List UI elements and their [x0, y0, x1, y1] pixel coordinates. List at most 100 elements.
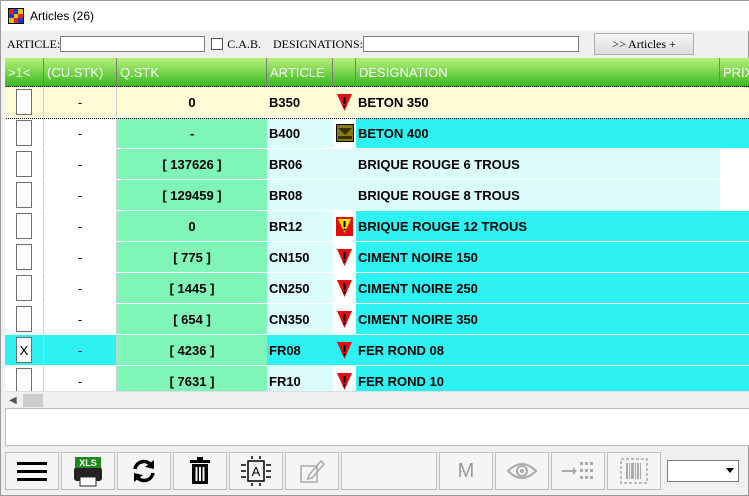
eye-icon [506, 463, 538, 479]
table-row[interactable]: -[ 7631 ] FR10 FER ROND 10 [5, 366, 749, 391]
table-row[interactable]: - - B400 BETON 400 [5, 118, 749, 149]
status-cell [333, 366, 356, 391]
row-checkbox[interactable] [16, 306, 32, 332]
table-row[interactable]: X -[ 4236 ] FR08 FER ROND 08 [5, 335, 749, 366]
select-cell[interactable] [5, 211, 44, 241]
scroll-left-icon[interactable]: ◀ [9, 395, 17, 406]
cu-stk-cell: - [44, 335, 117, 365]
status-cell [333, 118, 356, 148]
cu-stk-cell: - [44, 242, 117, 272]
row-checkbox[interactable] [16, 213, 32, 239]
row-checkbox[interactable] [16, 368, 32, 391]
prix-cell [720, 242, 749, 272]
row-checkbox[interactable] [16, 182, 32, 208]
col-header-q-stk[interactable]: Q.STK [117, 58, 267, 87]
article-cell: CN150 [267, 242, 333, 272]
status-cell [333, 304, 356, 334]
transfer-icon [562, 462, 593, 479]
barcode-button[interactable] [607, 452, 661, 490]
table-row[interactable]: -0 B350 BETON 350 [5, 86, 749, 119]
col-header-select[interactable]: >1< [5, 58, 44, 87]
transfer-button[interactable] [551, 452, 605, 490]
row-checkbox[interactable]: X [16, 337, 32, 363]
col-header-cu-stk[interactable]: (CU.STK) [44, 58, 117, 87]
warning-red-icon [336, 341, 353, 360]
status-cell [333, 242, 356, 272]
cu-stk-cell: - [44, 211, 117, 241]
q-stk-cell: 0 [117, 87, 267, 117]
select-cell[interactable] [5, 180, 44, 210]
m-button[interactable]: M [439, 452, 493, 490]
grid-body: -0 B350 BETON 350- - B400 BETON 400-[ 137626 … [5, 86, 749, 391]
status-cell [333, 87, 356, 117]
prix-cell [720, 273, 749, 303]
menu-icon [17, 462, 47, 481]
row-checkbox[interactable] [16, 244, 32, 270]
select-cell[interactable] [5, 242, 44, 272]
designation-cell: BETON 350 [356, 87, 720, 117]
designation-cell: BRIQUE ROUGE 6 TROUS [356, 149, 720, 179]
cab-checkbox[interactable] [211, 38, 224, 50]
warning-red-icon [336, 93, 353, 112]
edit-icon [300, 459, 325, 483]
view-button[interactable] [495, 452, 549, 490]
table-row[interactable]: -0 BR12 BRIQUE ROUGE 12 TROUS [5, 211, 749, 242]
row-checkbox[interactable] [16, 120, 32, 146]
label-button[interactable]: A [229, 452, 283, 490]
menu-button[interactable] [5, 452, 59, 490]
cu-stk-cell: - [44, 149, 117, 179]
status-cell [333, 273, 356, 303]
delete-button[interactable] [173, 452, 227, 490]
table-row[interactable]: -[ 654 ] CN350 CIMENT NOIRE 350 [5, 304, 749, 335]
articles-plus-button[interactable]: >> Articles + [594, 33, 694, 55]
excel-print-button[interactable]: XLS [61, 452, 115, 490]
app-icon [8, 8, 24, 24]
q-stk-cell: [ 137626 ] [117, 149, 267, 179]
table-row[interactable]: -[ 129459 ] BR08 BRIQUE ROUGE 8 TROUS [5, 180, 749, 211]
row-checkbox[interactable] [16, 275, 32, 301]
article-input[interactable] [60, 36, 206, 52]
select-cell[interactable] [5, 273, 44, 303]
designation-cell: FER ROND 10 [356, 366, 720, 391]
row-checkbox[interactable] [16, 151, 32, 177]
select-cell[interactable]: X [5, 335, 44, 365]
barcode-icon [620, 458, 648, 484]
designation-cell: BRIQUE ROUGE 8 TROUS [356, 180, 720, 210]
designations-label: DESIGNATIONS: [272, 36, 363, 51]
col-header-article[interactable]: ARTICLE [267, 58, 333, 87]
table-row[interactable]: -[ 137626 ] BR06 BRIQUE ROUGE 6 TROUS [5, 149, 749, 180]
designations-input[interactable] [362, 36, 579, 52]
select-cell[interactable] [5, 149, 44, 179]
bottom-toolbar: XLS A M [5, 450, 749, 492]
article-cell: B350 [267, 87, 333, 117]
select-cell[interactable] [5, 87, 44, 117]
select-cell[interactable] [5, 118, 44, 148]
warning-red-icon [336, 372, 353, 391]
prix-cell [720, 149, 749, 179]
scrollbar-thumb[interactable] [23, 394, 43, 407]
article-cell: FR08 [267, 335, 333, 365]
warning-yellow-icon [336, 216, 353, 236]
refresh-button[interactable] [117, 452, 171, 490]
table-row[interactable]: -[ 1445 ] CN250 CIMENT NOIRE 250 [5, 273, 749, 304]
table-row[interactable]: -[ 775 ] CN150 CIMENT NOIRE 150 [5, 242, 749, 273]
prix-cell [720, 87, 749, 117]
toolbar-select[interactable] [667, 460, 739, 482]
status-cell [333, 180, 356, 210]
q-stk-cell: [ 654 ] [117, 304, 267, 334]
chevron-down-icon[interactable] [726, 468, 734, 473]
prix-cell [720, 211, 749, 241]
q-stk-cell: 0 [117, 211, 267, 241]
select-cell[interactable] [5, 366, 44, 391]
select-cell[interactable] [5, 304, 44, 334]
edit-button[interactable] [285, 452, 339, 490]
cu-stk-cell: - [44, 118, 117, 148]
col-header-designation[interactable]: DESIGNATION [356, 58, 720, 87]
col-header-status[interactable] [333, 58, 356, 87]
row-checkbox[interactable] [16, 89, 32, 115]
horizontal-scrollbar[interactable]: ◀ [5, 391, 749, 408]
col-header-prix[interactable]: PRIX [720, 58, 749, 87]
blank-button[interactable] [341, 452, 437, 490]
status-cell [333, 211, 356, 241]
window-title: Articles (26) [30, 9, 95, 23]
